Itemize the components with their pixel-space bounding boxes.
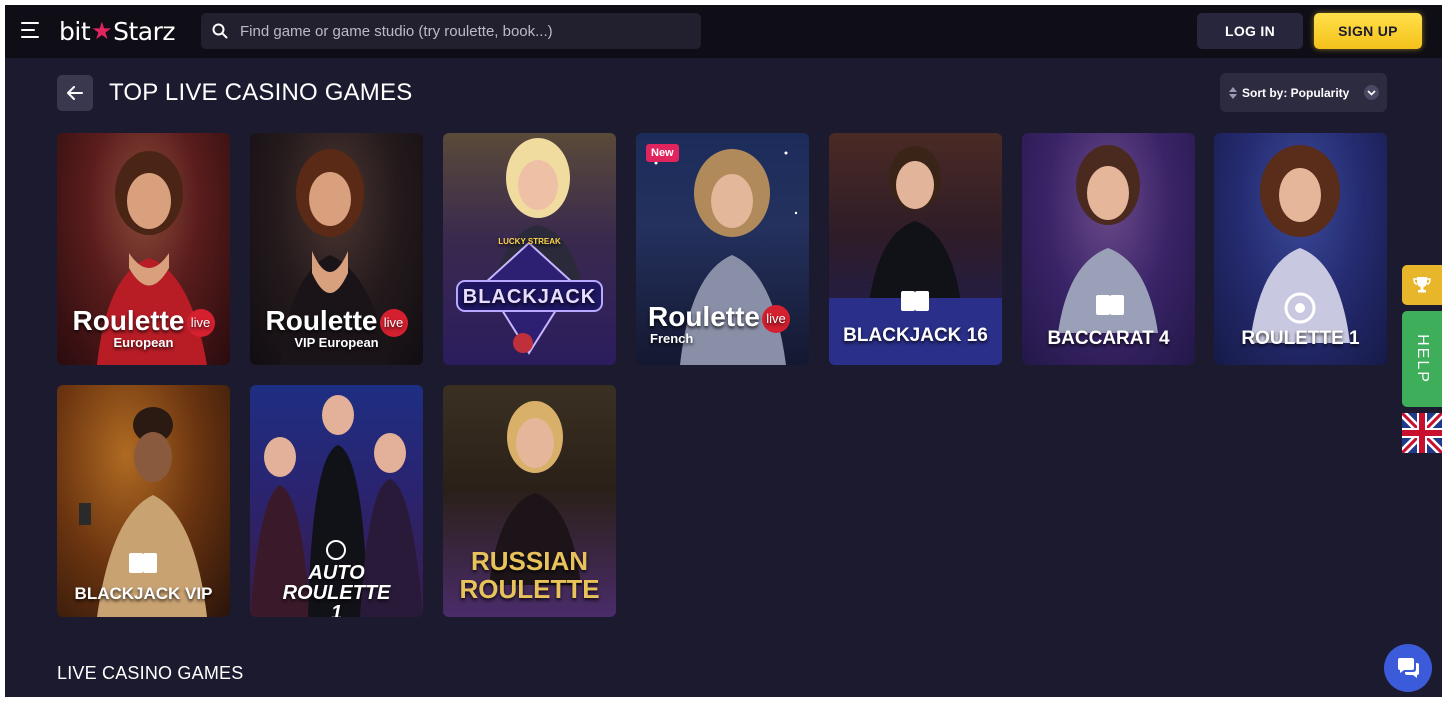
game-card-roulette-1[interactable]: ROULETTE 1 [1214, 133, 1387, 365]
game-title: BLACKJACK 16 [843, 325, 988, 346]
back-button[interactable] [57, 75, 93, 111]
game-title: BLACKJACK [462, 286, 597, 308]
game-card-auto-roulette-1[interactable]: AUTO ROULETTE 1 [250, 385, 423, 617]
game-thumbnail [443, 133, 616, 365]
new-badge: New [646, 144, 679, 162]
logo-text-right: Starz [113, 16, 176, 46]
game-subtitle: LUCKY STREAK [498, 237, 561, 246]
game-title: Roulette [648, 301, 760, 332]
game-title: BLACKJACK VIP [74, 584, 213, 603]
help-label: HELP [1414, 334, 1432, 384]
live-chat-button[interactable] [1384, 644, 1432, 692]
search-icon [212, 23, 228, 39]
logo-text-left: bit [59, 16, 91, 46]
menu-icon[interactable] [21, 22, 39, 38]
app-frame: bit ★ Starz LOG IN SIGN UP TOP LIVE CASI… [5, 5, 1442, 697]
top-navigation-bar: bit ★ Starz LOG IN SIGN UP [5, 5, 1442, 58]
language-flag-uk-icon[interactable] [1399, 410, 1442, 456]
game-title: RUSSIAN ROULETTE [459, 546, 600, 604]
trophy-icon [1413, 277, 1431, 293]
game-thumbnail [57, 385, 230, 617]
game-card-baccarat-4[interactable]: BACCARAT 4 [1022, 133, 1195, 365]
bitstarz-logo[interactable]: bit ★ Starz [59, 15, 176, 47]
game-card-blackjack-vip[interactable]: BLACKJACK VIP [57, 385, 230, 617]
section-heading-live-casino: LIVE CASINO GAMES [57, 663, 244, 683]
sort-label: Sort by: Popularity [1242, 85, 1350, 100]
trophy-button[interactable] [1402, 265, 1442, 305]
game-card-roulette-vip[interactable]: Roulette live VIP European [250, 133, 423, 365]
game-subtitle: European [113, 335, 174, 350]
live-badge: live [379, 308, 408, 337]
live-badge: live [762, 304, 790, 333]
chevron-down-icon [1364, 85, 1379, 100]
game-title: BACCARAT 4 [1047, 328, 1170, 349]
game-title: Roulette [265, 305, 378, 336]
signup-button[interactable]: SIGN UP [1314, 13, 1422, 49]
help-button[interactable]: HELP [1402, 311, 1442, 407]
game-title: Roulette [72, 305, 185, 336]
game-subtitle: French [650, 331, 694, 346]
live-badge: live [186, 308, 215, 337]
logo-star-icon: ★ [91, 17, 113, 45]
game-title: ROULETTE 1 [1241, 328, 1360, 349]
page-title: TOP LIVE CASINO GAMES [109, 79, 413, 106]
sort-dropdown[interactable]: Sort by: Popularity [1220, 73, 1387, 112]
game-card-roulette-european[interactable]: Roulette live European [57, 133, 230, 365]
search-bar[interactable] [201, 13, 701, 49]
arrow-left-icon [67, 86, 83, 100]
game-card-blackjack-16[interactable]: BLACKJACK 16 [829, 133, 1002, 365]
chat-icon [1398, 658, 1419, 678]
game-card-russian-roulette[interactable]: RUSSIAN ROULETTE [443, 385, 616, 617]
search-input[interactable] [238, 21, 701, 41]
sort-arrows-icon [1229, 86, 1237, 99]
game-title: AUTO ROULETTE 1 [282, 562, 391, 617]
login-button[interactable]: LOG IN [1197, 13, 1303, 49]
game-card-blackjack-lucky-streak[interactable]: BLACKJACK LUCKY STREAK [443, 133, 616, 365]
game-card-roulette-french[interactable]: New Roulette live French [636, 133, 809, 365]
game-subtitle: VIP European [294, 335, 379, 350]
